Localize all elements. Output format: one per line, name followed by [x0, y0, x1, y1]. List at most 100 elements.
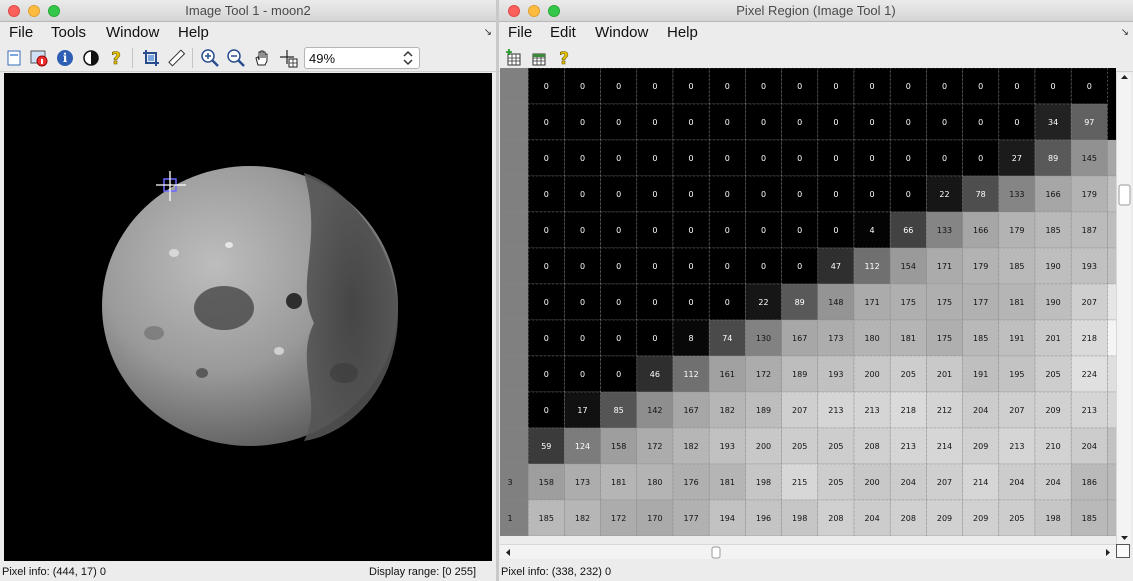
- info-icon[interactable]: i: [55, 48, 75, 68]
- pixel-value-label: 0: [797, 118, 802, 127]
- pixel-region-icon[interactable]: [278, 48, 298, 68]
- pixel-value-label: 0: [833, 82, 838, 91]
- toolbar-separator: [132, 48, 133, 68]
- pixel-value-label: 34: [1048, 118, 1058, 127]
- pixel-cell: 0: [962, 139, 1000, 177]
- pixel-cell: [500, 391, 529, 429]
- menu-help[interactable]: Help: [667, 24, 698, 41]
- contrast-icon[interactable]: [81, 48, 101, 68]
- menu-window[interactable]: Window: [595, 24, 648, 41]
- pixel-cell: 0: [926, 139, 963, 177]
- moon-image-canvas[interactable]: [4, 73, 492, 561]
- pixel-cell: 0: [600, 211, 638, 249]
- zoom-in-icon[interactable]: [200, 48, 220, 68]
- pixel-cell: 204: [998, 463, 1036, 501]
- horizontal-scrollbar[interactable]: [500, 544, 1116, 559]
- pixel-value-label: 59: [541, 442, 551, 451]
- pixel-value-label: 0: [978, 82, 983, 91]
- help-icon[interactable]: ?: [554, 48, 574, 70]
- pixel-cell: 185: [527, 499, 565, 536]
- help-icon[interactable]: ?: [106, 48, 126, 70]
- menubar-dock-arrow-icon[interactable]: ↘: [484, 27, 492, 38]
- pixel-cell: 0: [527, 391, 565, 429]
- pixel-value-label: 17: [577, 406, 587, 415]
- pixel-value-label: 0: [833, 226, 838, 235]
- pixel-cell: 0: [527, 175, 565, 213]
- menubar-dock-arrow-icon[interactable]: ↘: [1121, 27, 1129, 38]
- pixel-cell: 208: [817, 499, 855, 536]
- pixel-value-label: 191: [1009, 334, 1024, 343]
- pixel-value-label: 171: [864, 298, 879, 307]
- menu-window[interactable]: Window: [106, 24, 159, 41]
- pixel-value-label: 0: [616, 334, 621, 343]
- pixel-value-label: 0: [725, 82, 730, 91]
- pixel-value-label: 179: [973, 262, 988, 271]
- pixel-cell: 0: [564, 103, 601, 141]
- ruler-icon[interactable]: [166, 48, 186, 68]
- horizontal-scroll-thumb: [711, 546, 721, 559]
- pixel-value-label: 124: [575, 442, 590, 451]
- pixel-value-label: 185: [973, 334, 988, 343]
- pixel-value-label: 205: [901, 370, 916, 379]
- scroll-up-arrow-icon: [1121, 75, 1128, 79]
- pixel-cell: 204: [853, 499, 891, 536]
- menu-file[interactable]: File: [508, 24, 532, 41]
- zoom-out-icon[interactable]: [226, 48, 246, 68]
- pixel-value-label: 182: [683, 442, 698, 451]
- zoom-stepper-icon[interactable]: [403, 49, 413, 67]
- pixel-region-grid[interactable]: 0 0 0 0 0 0 0 0 0 0 0 0 0 0 0 0 0 0 0 0 0 0 0 0 0 0 0 0 0 0 34 97 0 0 0 0 0 0…: [500, 68, 1116, 536]
- pixel-value-label: 0: [580, 298, 585, 307]
- pixel-cell: 179: [962, 247, 1000, 285]
- pixel-cell: 0: [527, 355, 565, 393]
- pixel-value-label: 22: [939, 190, 949, 199]
- pixel-value-label: 182: [575, 514, 590, 523]
- pixel-cell: 171: [926, 247, 963, 285]
- pixel-value-label: 0: [616, 226, 621, 235]
- pixel-cell: [500, 139, 529, 177]
- pan-hand-icon[interactable]: [252, 48, 272, 68]
- new-table-icon[interactable]: [529, 48, 549, 68]
- pixel-cell: 112: [672, 355, 710, 393]
- crop-icon[interactable]: [141, 48, 161, 68]
- menu-file[interactable]: File: [9, 24, 33, 41]
- pixel-cell: 46: [636, 355, 674, 393]
- pixel-cell: 191: [998, 319, 1036, 357]
- new-window-icon[interactable]: [4, 48, 24, 68]
- vertical-scrollbar[interactable]: [1116, 73, 1131, 544]
- pixel-value-label: 193: [1082, 262, 1097, 271]
- pixel-cell: 1: [500, 499, 529, 536]
- pixel-value-label: 158: [539, 478, 554, 487]
- pixel-value-label: 0: [797, 226, 802, 235]
- pixel-cell: 195: [998, 355, 1036, 393]
- copy-region-icon[interactable]: [504, 48, 524, 68]
- menu-edit[interactable]: Edit: [550, 24, 576, 41]
- pixel-cell: 193: [1070, 247, 1108, 285]
- pixel-value-label: 173: [575, 478, 590, 487]
- pixel-cell: 175: [889, 283, 927, 321]
- pixel-cell: [500, 247, 529, 285]
- image-information-icon[interactable]: [29, 48, 49, 68]
- pixel-cell: 181: [600, 463, 638, 501]
- pixel-cell: [500, 211, 529, 249]
- pixel-value-label: 97: [1084, 118, 1094, 127]
- pixel-value-label: 0: [689, 262, 694, 271]
- pixel-cell: 0: [708, 103, 746, 141]
- pixel-value-label: 154: [901, 262, 916, 271]
- pixel-value-label: 0: [580, 370, 585, 379]
- scroll-right-arrow-icon: [1106, 549, 1110, 556]
- pixel-value-label: 208: [864, 442, 879, 451]
- menu-help[interactable]: Help: [178, 24, 209, 41]
- pixel-cell: 0: [781, 211, 819, 249]
- pixel-cell: 193: [708, 427, 746, 465]
- pixel-cell: 0: [600, 68, 638, 105]
- menu-tools[interactable]: Tools: [51, 24, 86, 41]
- pixel-cell: 212: [926, 391, 963, 429]
- pixel-cell: 0: [527, 247, 565, 285]
- pixel-cell: 230: [1107, 283, 1116, 321]
- pixel-cell: 244: [1107, 319, 1116, 357]
- pixel-value-label: 0: [761, 82, 766, 91]
- pixel-value-label: 215: [792, 478, 807, 487]
- zoom-level-field[interactable]: 49%: [304, 47, 420, 69]
- pixel-cell: 17: [564, 391, 601, 429]
- pixel-value-label: 172: [611, 514, 626, 523]
